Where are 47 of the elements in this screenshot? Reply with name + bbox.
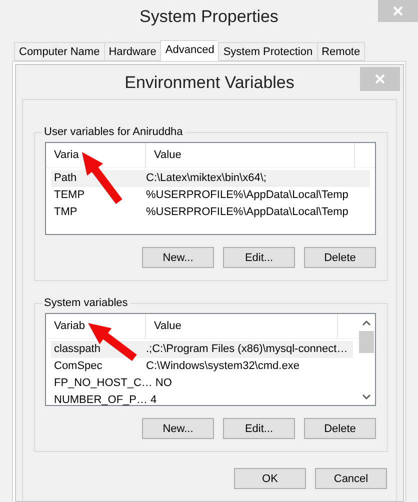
scroll-down-icon[interactable]	[362, 394, 371, 400]
action-button[interactable]: Edit...	[223, 418, 295, 439]
variable-name: classpath	[53, 342, 102, 357]
variable-row[interactable]: classpath .;C:\Program Files (x86)\mysql-connect…	[51, 341, 353, 358]
variable-name: TMP	[53, 205, 78, 220]
variable-row[interactable]: NUMBER_OF_P… 4	[51, 392, 353, 409]
action-button[interactable]: Edit...	[223, 247, 295, 268]
scroll-up-icon[interactable]	[362, 320, 371, 326]
variable-value: C:\Windows\system32\cmd.exe	[146, 359, 300, 374]
variable-value: NO	[155, 376, 173, 391]
action-button[interactable]: Delete	[304, 418, 376, 439]
variable-row[interactable]: TEMP %USERPROFILE%\AppData\Local\Temp	[51, 187, 370, 204]
group-title: System variables	[42, 297, 130, 309]
dialog-button[interactable]: OK	[234, 468, 306, 489]
close-button[interactable]	[378, 0, 418, 22]
tab[interactable]: System Protection	[218, 42, 317, 61]
variable-value: 4	[150, 393, 158, 408]
variable-name: TEMP	[53, 188, 86, 203]
variable-name: ComSpec	[53, 359, 104, 374]
action-button[interactable]: New...	[142, 418, 214, 439]
variable-value: %USERPROFILE%\AppData\Local\Temp	[146, 188, 350, 203]
variable-row[interactable]: FP_NO_HOST_C… NO	[51, 375, 353, 392]
scroll-thumb[interactable]	[359, 331, 374, 353]
column-header[interactable]: Value	[146, 314, 338, 338]
variable-name: NUMBER_OF_P…	[53, 393, 149, 408]
variable-name: FP_NO_HOST_C…	[53, 376, 154, 391]
variable-value: C:\Latex\miktex\bin\x64\;	[146, 171, 268, 186]
tab[interactable]: Computer Name	[14, 42, 104, 61]
tab[interactable]: Hardware	[104, 42, 160, 61]
close-icon	[393, 6, 403, 16]
action-button[interactable]: Delete	[304, 247, 376, 268]
action-button[interactable]: New...	[142, 247, 214, 268]
variable-value: %USERPROFILE%\AppData\Local\Temp	[146, 205, 350, 220]
tab[interactable]: Remote	[316, 42, 366, 61]
variable-name: Path	[53, 171, 78, 186]
column-header[interactable]: Value	[146, 143, 355, 167]
variable-row[interactable]: ComSpec C:\Windows\system32\cmd.exe	[51, 358, 353, 375]
window-title: System Properties	[140, 6, 278, 26]
close-button[interactable]	[360, 67, 400, 91]
tab[interactable]: Advanced	[160, 40, 218, 61]
variable-value: .;C:\Program Files (x86)\mysql-connect…	[146, 342, 349, 357]
group-title: User variables for Aniruddha	[42, 126, 185, 138]
dialog-button[interactable]: Cancel	[315, 468, 387, 489]
variable-row[interactable]: Path C:\Latex\miktex\bin\x64\;	[51, 170, 370, 187]
close-icon	[375, 74, 385, 84]
variable-row[interactable]: TMP %USERPROFILE%\AppData\Local\Temp	[51, 204, 370, 221]
dialog-title: Environment Variables	[124, 73, 294, 93]
